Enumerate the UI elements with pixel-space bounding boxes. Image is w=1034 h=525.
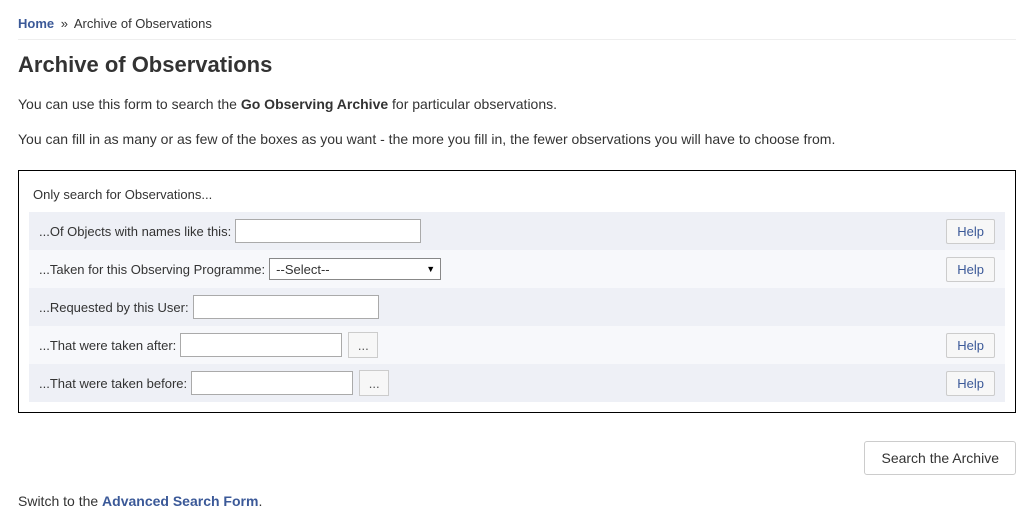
input-user[interactable] — [193, 295, 379, 319]
search-panel: Only search for Observations... ...Of Ob… — [18, 170, 1016, 413]
input-object-name[interactable] — [235, 219, 421, 243]
label-before: ...That were taken before: — [39, 376, 187, 391]
intro1-strong: Go Observing Archive — [241, 96, 388, 112]
row-object-name: ...Of Objects with names like this: Help — [29, 212, 1005, 250]
page-title: Archive of Observations — [18, 52, 1016, 78]
intro1-pre: You can use this form to search the — [18, 96, 241, 112]
help-button-name[interactable]: Help — [946, 219, 995, 244]
breadcrumb-current: Archive of Observations — [74, 16, 212, 31]
breadcrumb: Home » Archive of Observations — [18, 16, 1016, 40]
switch-post: . — [258, 493, 262, 509]
input-before-date[interactable] — [191, 371, 353, 395]
switch-pre: Switch to the — [18, 493, 102, 509]
row-before: ...That were taken before: ... Help — [29, 364, 1005, 402]
switch-form-line: Switch to the Advanced Search Form. — [18, 493, 1016, 509]
help-button-before[interactable]: Help — [946, 371, 995, 396]
label-user: ...Requested by this User: — [39, 300, 189, 315]
datepicker-before-button[interactable]: ... — [359, 370, 389, 396]
row-programme: ...Taken for this Observing Programme: -… — [29, 250, 1005, 288]
actions-bar: Search the Archive — [18, 441, 1016, 475]
intro-text-2: You can fill in as many or as few of the… — [18, 129, 1016, 150]
panel-title: Only search for Observations... — [29, 181, 1005, 212]
advanced-search-link[interactable]: Advanced Search Form — [102, 493, 258, 509]
row-user: ...Requested by this User: — [29, 288, 1005, 326]
breadcrumb-home-link[interactable]: Home — [18, 16, 54, 31]
label-object-name: ...Of Objects with names like this: — [39, 224, 231, 239]
help-button-after[interactable]: Help — [946, 333, 995, 358]
row-after: ...That were taken after: ... Help — [29, 326, 1005, 364]
search-archive-button[interactable]: Search the Archive — [864, 441, 1016, 475]
breadcrumb-separator: » — [61, 16, 68, 31]
help-button-programme[interactable]: Help — [946, 257, 995, 282]
datepicker-after-button[interactable]: ... — [348, 332, 378, 358]
intro-text-1: You can use this form to search the Go O… — [18, 94, 1016, 115]
select-programme-value: --Select-- — [276, 262, 329, 277]
select-programme[interactable]: --Select-- — [269, 258, 441, 280]
input-after-date[interactable] — [180, 333, 342, 357]
intro1-post: for particular observations. — [388, 96, 557, 112]
label-after: ...That were taken after: — [39, 338, 176, 353]
label-programme: ...Taken for this Observing Programme: — [39, 262, 265, 277]
